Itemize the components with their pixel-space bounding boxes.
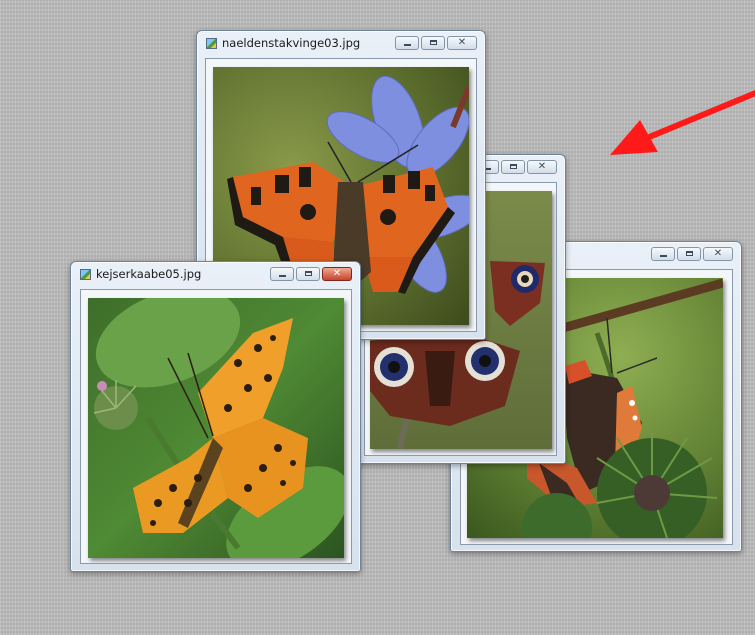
window-title: kejserkaabe05.jpg — [96, 267, 202, 281]
window-controls: ✕ — [475, 160, 557, 174]
close-button[interactable]: ✕ — [703, 247, 733, 261]
close-button[interactable]: ✕ — [527, 160, 557, 174]
maximize-button[interactable] — [421, 36, 445, 50]
window-title: naeldenstakvinge03.jpg — [222, 36, 361, 50]
window-controls: ✕ — [270, 267, 352, 281]
minimize-button[interactable] — [270, 267, 294, 281]
close-button[interactable]: ✕ — [322, 267, 352, 281]
image-file-icon — [206, 38, 217, 49]
minimize-button[interactable] — [651, 247, 675, 261]
maximize-button[interactable] — [677, 247, 701, 261]
minimize-button[interactable] — [395, 36, 419, 50]
maximize-button[interactable] — [501, 160, 525, 174]
window-controls: ✕ — [651, 247, 733, 261]
image-area — [80, 289, 352, 564]
title-bar[interactable]: naeldenstakvinge03.jpg ✕ — [197, 31, 485, 57]
title-bar[interactable]: kejserkaabe05.jpg ✕ — [71, 262, 360, 288]
image-window-fritillary[interactable]: kejserkaabe05.jpg ✕ — [70, 261, 361, 572]
red-arrow-annotation — [610, 89, 755, 155]
image-file-icon — [80, 269, 91, 280]
fritillary-photo — [88, 298, 344, 558]
desktop: ✕ ✕ naeldenstakvinge03.jpg ✕ kejserkaabe… — [0, 0, 755, 635]
close-button[interactable]: ✕ — [447, 36, 477, 50]
window-controls: ✕ — [395, 36, 477, 50]
maximize-button[interactable] — [296, 267, 320, 281]
